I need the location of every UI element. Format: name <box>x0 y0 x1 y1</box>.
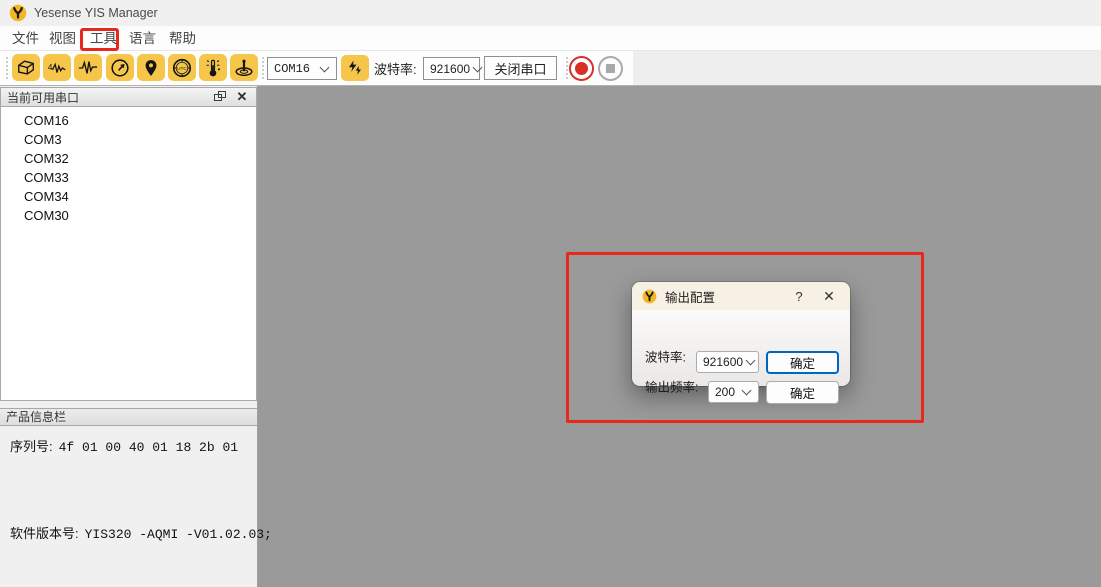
firmware-version-label: 软件版本号: <box>10 526 79 541</box>
toolbar-button-angle-chart[interactable]: 4 <box>43 54 71 81</box>
level-pin-icon <box>233 57 255 79</box>
stop-button[interactable] <box>598 56 623 81</box>
serial-number-value: 4f 01 00 40 01 18 2b 01 <box>59 440 238 455</box>
window-titlebar: Yesense YIS Manager <box>0 0 1101 26</box>
serial-number-row: 序列号: 4f 01 00 40 01 18 2b 01 <box>10 436 238 455</box>
refresh-bolts-icon <box>346 59 364 77</box>
angle-waveform-icon: 4 <box>46 58 68 78</box>
left-dock-panel: 当前可用串口 ✕ COM16 COM3 COM32 COM33 COM34 CO… <box>0 86 258 587</box>
toolbar-button-temperature[interactable] <box>199 54 227 81</box>
record-button[interactable] <box>569 56 594 81</box>
toolbar-button-waveform[interactable] <box>74 54 102 81</box>
pulse-waveform-icon <box>77 58 99 78</box>
dialog-baud-label: 波特率: <box>645 347 686 366</box>
chevron-down-icon <box>746 356 756 366</box>
menu-item-tools[interactable]: 工具 <box>88 29 119 49</box>
dialog-freq-select[interactable]: 200 <box>708 381 759 403</box>
dialog-baud-value: 921600 <box>697 355 743 369</box>
dialog-help-button[interactable]: ? <box>786 289 812 304</box>
svg-text:4: 4 <box>48 62 53 71</box>
stop-icon <box>606 64 615 73</box>
app-logo-icon <box>9 4 27 22</box>
close-serial-port-button[interactable]: 关闭串口 <box>484 56 557 80</box>
location-pin-icon <box>141 57 161 79</box>
menu-item-language[interactable]: 语言 <box>127 29 158 49</box>
toolbar-drag-handle[interactable] <box>261 56 265 80</box>
menu-item-help[interactable]: 帮助 <box>167 29 198 49</box>
serial-port-list: COM16 COM3 COM32 COM33 COM34 COM30 <box>0 107 257 401</box>
record-icon <box>575 62 588 75</box>
list-item-port[interactable]: COM32 <box>1 149 256 168</box>
svg-text:UTC: UTC <box>177 65 187 70</box>
gauge-icon <box>109 57 131 79</box>
window-title: Yesense YIS Manager <box>34 6 158 20</box>
output-config-dialog: 输出配置 ? ✕ 波特率: 921600 确定 输出频率: 200 确定 <box>632 282 850 386</box>
port-select-value: COM16 <box>268 62 317 76</box>
dialog-titlebar[interactable]: 输出配置 ? ✕ <box>632 282 850 310</box>
dialog-baud-select[interactable]: 921600 <box>696 351 759 373</box>
ports-panel-header: 当前可用串口 ✕ <box>0 87 257 107</box>
dialog-body: 波特率: 921600 确定 输出频率: 200 确定 <box>632 310 850 386</box>
list-item-port[interactable]: COM33 <box>1 168 256 187</box>
list-item-port[interactable]: COM3 <box>1 130 256 149</box>
toolbar-button-3d-view[interactable] <box>12 54 40 81</box>
baud-rate-select[interactable]: 921600 <box>423 57 480 80</box>
dialog-freq-confirm-button[interactable]: 确定 <box>766 381 839 404</box>
thermometer-icon <box>202 57 224 79</box>
utc-clock-icon: UTC <box>171 57 193 79</box>
menu-item-view[interactable]: 视图 <box>47 29 78 49</box>
firmware-version-row: 软件版本号: YIS320 -AQMI -V01.02.03; <box>10 523 272 542</box>
dialog-freq-label: 输出频率: <box>645 377 698 396</box>
dialog-baud-confirm-button[interactable]: 确定 <box>766 351 839 374</box>
port-select[interactable]: COM16 <box>267 57 337 80</box>
float-panel-icon[interactable] <box>212 90 228 104</box>
menu-item-file[interactable]: 文件 <box>10 29 41 49</box>
toolbar-drag-handle[interactable] <box>5 56 9 80</box>
list-item-port[interactable]: COM30 <box>1 206 256 225</box>
list-item-port[interactable]: COM16 <box>1 111 256 130</box>
toolbar-button-utc-clock[interactable]: UTC <box>168 54 196 81</box>
firmware-version-value: YIS320 -AQMI -V01.02.03; <box>85 527 272 542</box>
toolbar-button-location[interactable] <box>137 54 165 81</box>
serial-number-label: 序列号: <box>10 439 53 454</box>
refresh-ports-button[interactable] <box>341 55 369 81</box>
baud-rate-value: 921600 <box>424 62 470 76</box>
dialog-freq-value: 200 <box>709 385 739 399</box>
dialog-close-button[interactable]: ✕ <box>812 288 846 305</box>
ports-panel-title: 当前可用串口 <box>7 89 212 106</box>
cube-3d-icon <box>15 58 37 78</box>
list-item-port[interactable]: COM34 <box>1 187 256 206</box>
chevron-down-icon <box>742 386 752 396</box>
dialog-logo-icon <box>642 289 657 304</box>
chevron-down-icon <box>320 62 330 72</box>
close-panel-icon[interactable]: ✕ <box>234 90 250 104</box>
toolbar-button-calibration[interactable] <box>230 54 258 81</box>
baud-rate-label: 波特率: <box>374 59 417 78</box>
dialog-title: 输出配置 <box>665 287 786 306</box>
product-info-header: 产品信息栏 <box>0 408 257 426</box>
toolbar-button-gauge[interactable] <box>106 54 134 81</box>
menu-bar: 文件 视图 工具 语言 帮助 <box>0 26 1101 51</box>
